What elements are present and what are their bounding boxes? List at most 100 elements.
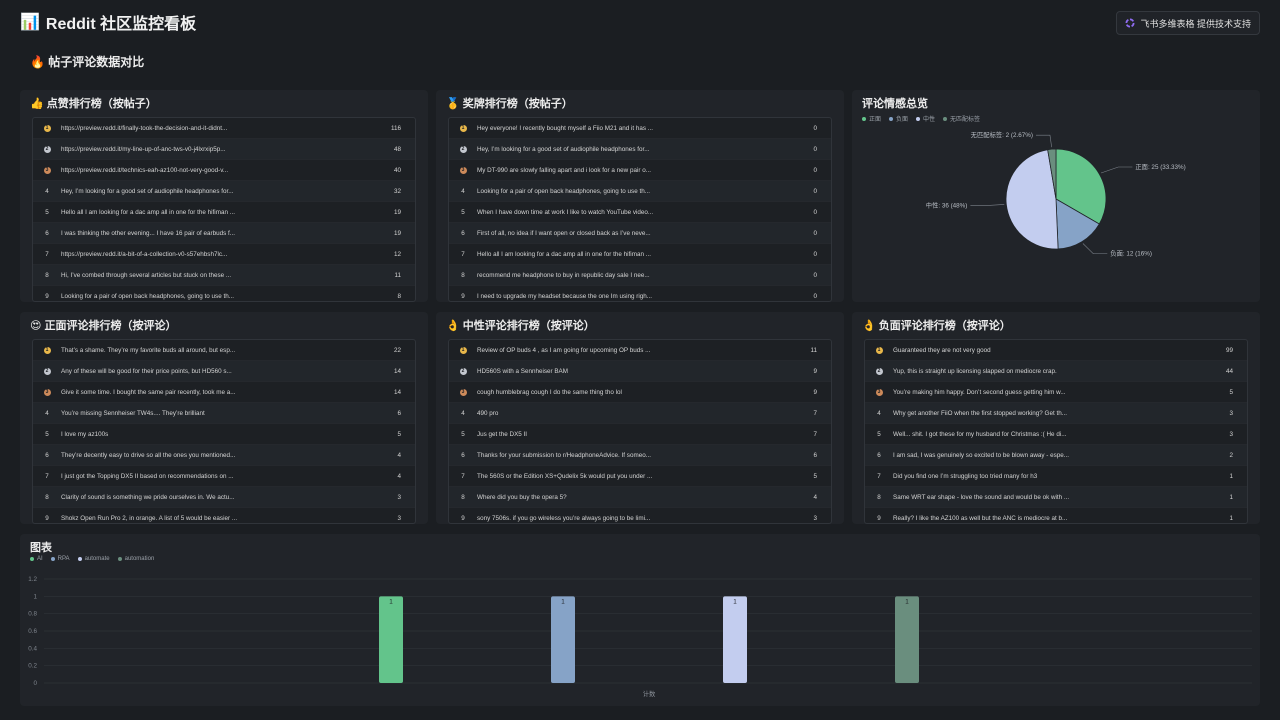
table-row[interactable]: 2 Hey, I’m looking for a good set of audi… <box>449 139 831 160</box>
pie-slice-label: 负面: 12 (16%) <box>1110 249 1152 258</box>
table-row[interactable]: 2 Yup, this is straight up licensing slap… <box>865 361 1247 382</box>
table-row[interactable]: 8 Clarity of sound is something we pride … <box>33 487 415 508</box>
bar-rpa <box>551 596 575 683</box>
row-text: Shokz Open Run Pro 2, in orange. A list … <box>61 514 238 522</box>
row-text: https://preview.redd.it/technics-eah-az1… <box>61 166 229 174</box>
row-text: When I have down time at work I like to … <box>477 208 654 216</box>
page-title-text: Reddit 社区监控看板 <box>45 16 197 33</box>
row-text: I was thinking the other evening... I ha… <box>61 229 235 237</box>
ranking-table[interactable]: 1 Guaranteed they are not very good 99 2 Yup… <box>864 339 1248 524</box>
rank-cell: 2 <box>449 145 477 153</box>
pie-slice-label: 中性: 36 (48%) <box>926 201 968 210</box>
row-text: Hi, I’ve combed through several articles… <box>61 271 232 279</box>
table-row[interactable]: 6 I am sad, I was genuinely so excited to… <box>865 445 1247 466</box>
table-row[interactable]: 4 Hey, I’m looking for a good set of audi… <box>33 181 415 202</box>
rank-medal-icon: 2 <box>459 146 467 153</box>
table-row[interactable]: 5 Jus get the DX5 II 7 <box>449 424 831 445</box>
legend-item[interactable]: automate <box>77 556 110 562</box>
row-text: Hey, I’m looking for a good set of audio… <box>61 187 234 195</box>
card-title-text: 负面评论排行榜（按评论） <box>878 320 1011 332</box>
rank-cell: 2 <box>33 367 61 375</box>
row-value: 14 <box>393 367 401 375</box>
table-row[interactable]: 7 https://preview.redd.it/a-bit-of-a-coll… <box>33 244 415 265</box>
y-tick-label: 0 <box>33 680 37 687</box>
table-row[interactable]: 4 Why get another FiiO when the first sto… <box>865 403 1247 424</box>
row-text: My DT-990 are slowly falling apart and i… <box>477 166 651 174</box>
ranking-table[interactable]: 1 That’s a shame. They’re my favorite bud… <box>32 339 416 524</box>
row-value: 32 <box>393 187 401 195</box>
table-row[interactable]: 5 Well... shit. I got these for my husban… <box>865 424 1247 445</box>
table-row[interactable]: 2 https://preview.redd.it/my-line-up-of-a… <box>33 139 415 160</box>
row-value: 19 <box>393 208 401 216</box>
table-row[interactable]: 3 cough humblebrag cough I do the same th… <box>449 382 831 403</box>
table-row[interactable]: 4 Looking for a pair of open back headpho… <box>449 181 831 202</box>
row-value: 3 <box>813 514 817 522</box>
row-value: 0 <box>813 229 817 237</box>
row-value: 7 <box>813 430 817 438</box>
table-row[interactable]: 8 Where did you buy the opera 5? 4 <box>449 487 831 508</box>
table-row[interactable]: 1 https://preview.redd.it/finally-took-th… <box>33 118 415 139</box>
table-row[interactable]: 9 Shokz Open Run Pro 2, in orange. A list… <box>33 508 415 523</box>
table-row[interactable]: 4 490 pro 7 <box>449 403 831 424</box>
table-row[interactable]: 6 First of all, no idea if I want open or… <box>449 223 831 244</box>
row-value: 0 <box>813 208 817 216</box>
table-row[interactable]: 7 Did you find one I’m struggling too tri… <box>865 466 1247 487</box>
table-row[interactable]: 9 I need to upgrade my headset because th… <box>449 286 831 301</box>
ranking-table[interactable]: 1 Hey everyone! I recently bought myself … <box>448 117 832 302</box>
table-row[interactable]: 8 Same WRT ear shape - love the sound and… <box>865 487 1247 508</box>
ranking-table[interactable]: 1 Review of OP buds 4 , as I am going for… <box>448 339 832 524</box>
table-row[interactable]: 9 Really? I like the AZ100 as well but th… <box>865 508 1247 523</box>
rank-cell: 4 <box>877 409 881 417</box>
row-text: Looking for a pair of open back headphon… <box>61 292 234 300</box>
thumbs-up-icon: 👍 <box>30 98 44 110</box>
table-row[interactable]: 6 Thanks for your submission to r/Headpho… <box>449 445 831 466</box>
table-row[interactable]: 7 Hello all I am looking for a dac amp al… <box>449 244 831 265</box>
table-row[interactable]: 8 Hi, I’ve combed through several article… <box>33 265 415 286</box>
table-row[interactable]: 1 Hey everyone! I recently bought myself … <box>449 118 831 139</box>
positive-comments-card: 😍 正面评论排行榜（按评论） 1 That’s a shame. They’re … <box>20 312 428 524</box>
row-text: sony 7506s. if you go wireless you’re al… <box>477 514 651 522</box>
pie-label-line <box>1100 166 1133 174</box>
rank-cell: 7 <box>45 472 49 480</box>
row-text: I love my az100s <box>61 430 109 438</box>
rank-cell: 7 <box>461 472 465 480</box>
ranking-table[interactable]: 1 https://preview.redd.it/finally-took-th… <box>32 117 416 302</box>
table-row[interactable]: 8 recommend me headphone to buy in republ… <box>449 265 831 286</box>
table-row[interactable]: 7 I just got the Topping DX5 II based on … <box>33 466 415 487</box>
legend-item[interactable]: AI <box>30 556 43 562</box>
row-text: They’re decently easy to drive so all th… <box>61 451 236 459</box>
rank-cell: 1 <box>33 346 61 354</box>
table-row[interactable]: 1 Review of OP buds 4 , as I am going for… <box>449 340 831 361</box>
legend-label: RPA <box>57 556 70 562</box>
table-row[interactable]: 6 They’re decently easy to drive so all t… <box>33 445 415 466</box>
table-row[interactable]: 9 sony 7506s. if you go wireless you’re a… <box>449 508 831 523</box>
legend-item[interactable]: automation <box>117 556 154 562</box>
support-badge[interactable]: 飞书多维表格 提供技术支持 <box>1116 11 1260 35</box>
row-text: You’re missing Sennheiser TW4s.... They’… <box>61 409 205 417</box>
table-row[interactable]: 2 HD560S with a Sennheiser BAM 9 <box>449 361 831 382</box>
row-value: 99 <box>1225 346 1233 354</box>
rank-cell: 8 <box>45 493 49 501</box>
table-row[interactable]: 3 https://preview.redd.it/technics-eah-az… <box>33 160 415 181</box>
table-row[interactable]: 5 When I have down time at work I like to… <box>449 202 831 223</box>
table-row[interactable]: 4 You’re missing Sennheiser TW4s.... They… <box>33 403 415 424</box>
table-row[interactable]: 5 Hello all I am looking for a dac amp al… <box>33 202 415 223</box>
bar-ai <box>379 596 403 683</box>
rank-cell: 9 <box>461 514 465 522</box>
legend-item[interactable]: RPA <box>50 556 70 562</box>
table-row[interactable]: 9 Looking for a pair of open back headpho… <box>33 286 415 301</box>
rank-medal-icon: 3 <box>459 389 467 396</box>
row-value: 6 <box>397 409 401 417</box>
row-text: Hey, I’m looking for a good set of audio… <box>477 145 650 153</box>
table-row[interactable]: 3 You’re making him happy. Don’t second g… <box>865 382 1247 403</box>
table-row[interactable]: 3 Give it some time. I bought the same pa… <box>33 382 415 403</box>
table-row[interactable]: 3 My DT-990 are slowly falling apart and … <box>449 160 831 181</box>
table-row[interactable]: 7 The 560S or the Edition XS+Qudelix 5k w… <box>449 466 831 487</box>
row-text: Same WRT ear shape - love the sound and … <box>893 493 1070 501</box>
bar-automate <box>723 596 747 683</box>
table-row[interactable]: 2 Any of these will be good for their pri… <box>33 361 415 382</box>
table-row[interactable]: 1 Guaranteed they are not very good 99 <box>865 340 1247 361</box>
table-row[interactable]: 5 I love my az100s 5 <box>33 424 415 445</box>
table-row[interactable]: 1 That’s a shame. They’re my favorite bud… <box>33 340 415 361</box>
table-row[interactable]: 6 I was thinking the other evening... I h… <box>33 223 415 244</box>
